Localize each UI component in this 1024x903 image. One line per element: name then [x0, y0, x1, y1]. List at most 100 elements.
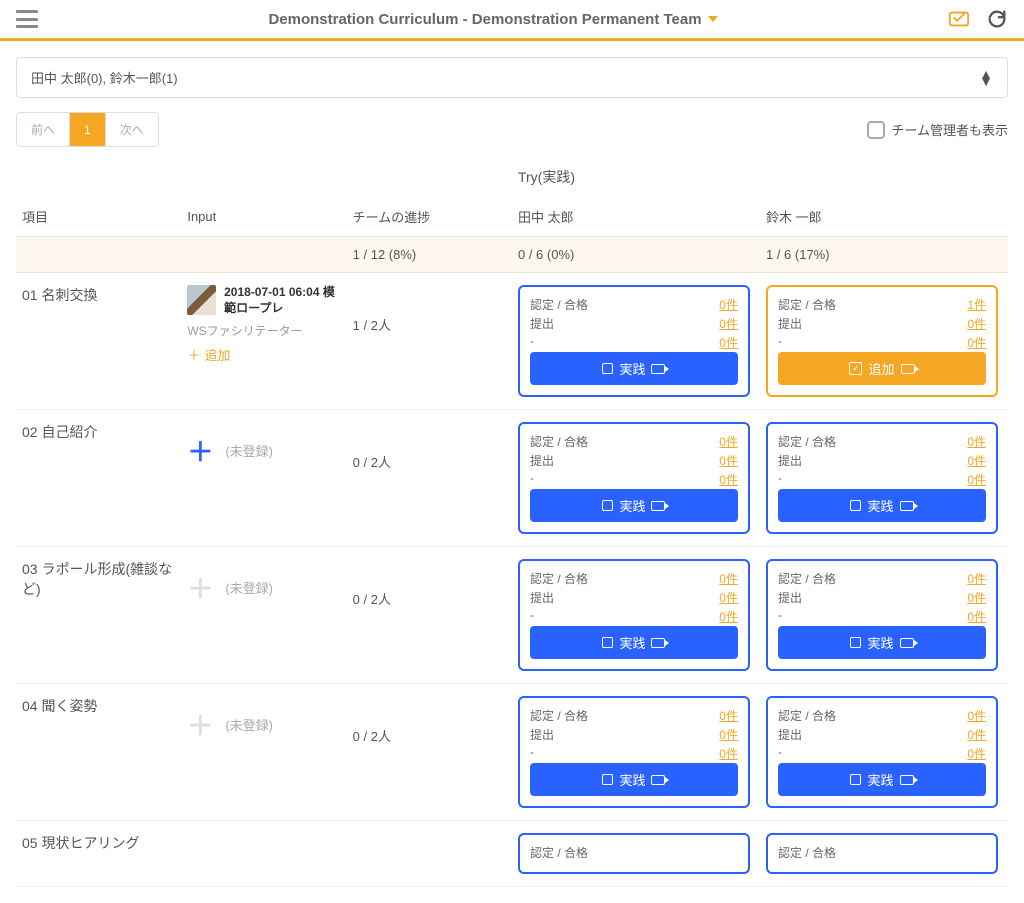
- camera-icon: [651, 775, 665, 785]
- submit-count-link[interactable]: 0件: [719, 589, 738, 606]
- pager-row: 前へ 1 次へ チーム管理者も表示: [16, 112, 1008, 147]
- progress-card: 認定 / 合格0件提出0件-0件 実践: [766, 559, 998, 671]
- dash-label: -: [778, 608, 782, 625]
- practice-button[interactable]: 実践: [530, 763, 738, 796]
- cert-count-link[interactable]: 0件: [967, 707, 986, 724]
- facilitator-label: WSファシリテーター: [187, 322, 340, 339]
- submit-label: 提出: [778, 315, 802, 332]
- pager-prev[interactable]: 前へ: [17, 113, 69, 146]
- col-user2: 鈴木 一郎: [760, 197, 1008, 237]
- unregistered-label: (未登録): [225, 441, 273, 460]
- cert-label: 認定 / 合格: [778, 570, 836, 587]
- other-count-link[interactable]: 0件: [719, 334, 738, 351]
- dash-label: -: [778, 471, 782, 488]
- other-count-link[interactable]: 0件: [719, 745, 738, 762]
- pager-page-1[interactable]: 1: [69, 113, 105, 146]
- cert-count-link[interactable]: 0件: [967, 433, 986, 450]
- practice-button[interactable]: 実践: [530, 352, 738, 385]
- input-cell: ＋(未登録): [187, 569, 340, 606]
- camera-icon: [900, 775, 914, 785]
- camera-icon: [901, 364, 915, 374]
- progress-table: Try(実践) 項目 Input チームの進捗 田中 太郎 鈴木 一郎 1 / …: [16, 167, 1008, 887]
- plus-icon[interactable]: ＋: [187, 569, 213, 606]
- dash-label: -: [778, 334, 782, 351]
- other-count-link[interactable]: 0件: [719, 471, 738, 488]
- submit-label: 提出: [530, 589, 554, 606]
- add-input-link[interactable]: ＋ 追加: [187, 345, 340, 364]
- progress-card: 認定 / 合格0件提出0件-0件 実践: [518, 285, 750, 397]
- page-title: Demonstration Curriculum - Demonstration…: [268, 11, 701, 28]
- submit-count-link[interactable]: 0件: [967, 589, 986, 606]
- cert-count-link[interactable]: 0件: [719, 707, 738, 724]
- refresh-icon[interactable]: [986, 8, 1008, 30]
- table-row: 05 現状ヒアリング認定 / 合格認定 / 合格: [16, 821, 1008, 887]
- dash-label: -: [530, 608, 534, 625]
- input-cell: 2018-07-01 06:04 模範ロープレ WSファシリテーター ＋ 追加: [187, 285, 340, 364]
- progress-card: 認定 / 合格0件提出0件-0件 実践: [518, 559, 750, 671]
- dash-label: -: [530, 745, 534, 762]
- submit-label: 提出: [530, 726, 554, 743]
- user-filter-select[interactable]: 田中 太郎(0), 鈴木一郎(1) ▲▼: [16, 57, 1008, 98]
- try-heading: Try(実践): [512, 167, 1008, 197]
- cert-label: 認定 / 合格: [530, 844, 588, 861]
- submit-count-link[interactable]: 0件: [967, 315, 986, 332]
- user-filter-value: 田中 太郎(0), 鈴木一郎(1): [31, 68, 178, 87]
- add-button[interactable]: ✓ 追加: [778, 352, 986, 385]
- show-admins-checkbox[interactable]: チーム管理者も表示: [867, 120, 1008, 139]
- square-icon: [602, 363, 613, 374]
- chevron-down-icon: [708, 16, 718, 22]
- practice-button[interactable]: 実践: [778, 489, 986, 522]
- practice-button[interactable]: 実践: [530, 489, 738, 522]
- progress-card: 認定 / 合格1件提出0件-0件✓ 追加: [766, 285, 998, 397]
- thumbnail-image: [187, 285, 216, 315]
- progress-card: 認定 / 合格: [518, 833, 750, 874]
- pager: 前へ 1 次へ: [16, 112, 159, 147]
- team-progress: [353, 833, 506, 863]
- menu-icon[interactable]: [16, 10, 38, 28]
- page-title-dropdown[interactable]: Demonstration Curriculum - Demonstration…: [268, 11, 717, 28]
- cert-label: 認定 / 合格: [778, 433, 836, 450]
- other-count-link[interactable]: 0件: [719, 608, 738, 625]
- plus-icon[interactable]: ＋: [187, 432, 213, 469]
- input-cell: ＋(未登録): [187, 706, 340, 743]
- camera-icon: [651, 638, 665, 648]
- practice-button[interactable]: 実践: [778, 626, 986, 659]
- practice-button[interactable]: 実践: [530, 626, 738, 659]
- card-icon[interactable]: [948, 8, 970, 30]
- progress-card: 認定 / 合格: [766, 833, 998, 874]
- other-count-link[interactable]: 0件: [967, 471, 986, 488]
- submit-count-link[interactable]: 0件: [719, 452, 738, 469]
- square-icon: [850, 500, 861, 511]
- input-thumb-link[interactable]: 2018-07-01 06:04 模範ロープレ: [187, 285, 340, 316]
- check-icon: ✓: [849, 362, 862, 375]
- submit-label: 提出: [530, 452, 554, 469]
- input-cell: ＋ (未登録): [187, 432, 340, 469]
- other-count-link[interactable]: 0件: [967, 745, 986, 762]
- item-label: 04 聞く姿勢: [22, 696, 175, 716]
- pager-next[interactable]: 次へ: [105, 113, 158, 146]
- submit-label: 提出: [778, 726, 802, 743]
- submit-count-link[interactable]: 0件: [719, 315, 738, 332]
- cert-count-link[interactable]: 0件: [967, 570, 986, 587]
- cert-label: 認定 / 合格: [778, 707, 836, 724]
- submit-count-link[interactable]: 0件: [719, 726, 738, 743]
- checkbox-label: チーム管理者も表示: [891, 120, 1008, 139]
- cert-count-link[interactable]: 1件: [967, 296, 986, 313]
- cert-count-link[interactable]: 0件: [719, 296, 738, 313]
- table-row: 01 名刺交換2018-07-01 06:04 模範ロープレWSファシリテーター…: [16, 273, 1008, 410]
- other-count-link[interactable]: 0件: [967, 608, 986, 625]
- other-count-link[interactable]: 0件: [967, 334, 986, 351]
- heading-row: Try(実践): [16, 167, 1008, 197]
- cert-label: 認定 / 合格: [530, 707, 588, 724]
- submit-count-link[interactable]: 0件: [967, 452, 986, 469]
- submit-label: 提出: [778, 589, 802, 606]
- header-row: 項目 Input チームの進捗 田中 太郎 鈴木 一郎: [16, 197, 1008, 237]
- cert-count-link[interactable]: 0件: [719, 570, 738, 587]
- cert-count-link[interactable]: 0件: [719, 433, 738, 450]
- submit-count-link[interactable]: 0件: [967, 726, 986, 743]
- camera-icon: [900, 501, 914, 511]
- cert-label: 認定 / 合格: [778, 296, 836, 313]
- summary-user1: 0 / 6 (0%): [512, 237, 760, 273]
- plus-icon[interactable]: ＋: [187, 706, 213, 743]
- practice-button[interactable]: 実践: [778, 763, 986, 796]
